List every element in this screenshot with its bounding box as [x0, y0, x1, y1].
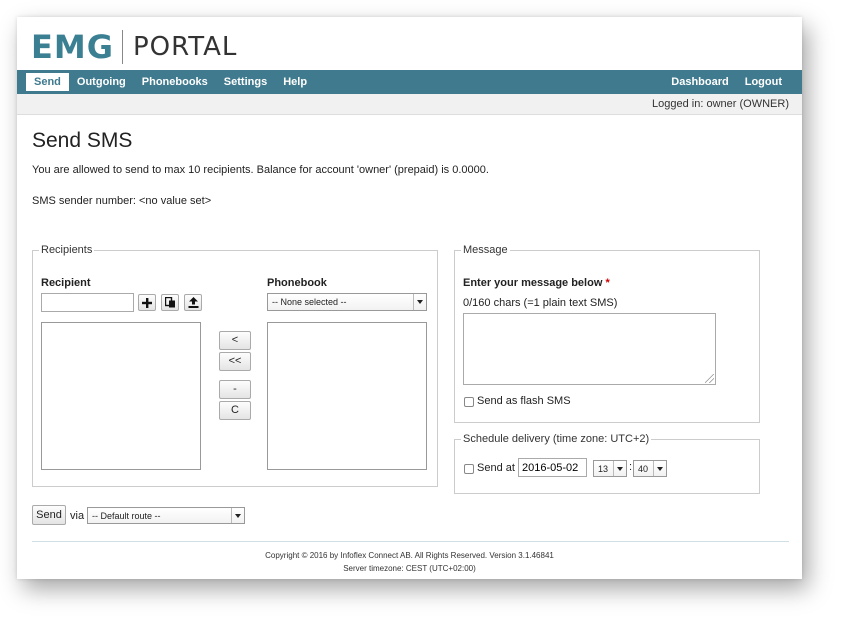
phonebook-label: Phonebook	[267, 277, 327, 289]
add-recipient-button[interactable]	[138, 294, 156, 311]
nav-send[interactable]: Send	[26, 73, 69, 91]
required-mark: *	[605, 277, 610, 289]
footer-copyright: Copyright © 2016 by Infoflex Connect AB.…	[265, 551, 554, 560]
message-textarea[interactable]	[463, 313, 716, 385]
logo-portal: PORTAL	[132, 32, 238, 62]
footer-divider	[32, 541, 789, 542]
recipients-fieldset: Recipients Recipient < << - C Phonebook …	[32, 244, 438, 487]
phonebook-select-value: -- None selected --	[272, 297, 347, 307]
recipients-legend: Recipients	[39, 244, 95, 256]
logo: EMG PORTAL	[31, 25, 237, 69]
sender-number: SMS sender number: <no value set>	[32, 195, 212, 207]
logo-emg: EMG	[31, 28, 114, 66]
logo-divider	[121, 30, 123, 64]
message-legend: Message	[461, 244, 510, 256]
recipient-input[interactable]	[41, 293, 134, 312]
send-at-label: Send at	[477, 462, 515, 474]
nav-logout[interactable]: Logout	[737, 73, 790, 91]
send-at-checkbox[interactable]	[464, 464, 474, 474]
schedule-legend: Schedule delivery (time zone: UTC+2)	[461, 433, 652, 445]
time-separator: :	[629, 461, 633, 473]
logged-in-status: Logged in: owner (OWNER)	[17, 94, 802, 115]
message-label-text: Enter your message below	[463, 277, 603, 289]
selected-recipients-list[interactable]	[41, 322, 201, 470]
nav-right: Dashboard Logout	[663, 73, 790, 91]
portal-window: EMG PORTAL Send Outgoing Phonebooks Sett…	[17, 17, 802, 579]
remove-button[interactable]: -	[219, 380, 251, 399]
message-label: Enter your message below *	[463, 277, 610, 289]
schedule-fieldset: Schedule delivery (time zone: UTC+2) Sen…	[454, 433, 760, 494]
route-select-value: -- Default route --	[92, 511, 161, 521]
flash-sms-label: Send as flash SMS	[477, 395, 571, 407]
minute-select-value: 40	[638, 464, 649, 474]
flash-sms-checkbox[interactable]	[464, 397, 474, 407]
phonebook-contacts-list[interactable]	[267, 322, 427, 470]
nav-outgoing[interactable]: Outgoing	[69, 73, 134, 91]
upload-recipients-button[interactable]	[184, 294, 202, 311]
footer-timezone: Server timezone: CEST (UTC+02:00)	[343, 564, 476, 573]
move-all-button[interactable]: <<	[219, 352, 251, 371]
account-info: You are allowed to send to max 10 recipi…	[32, 164, 489, 176]
paste-recipients-button[interactable]	[161, 294, 179, 311]
minute-select[interactable]: 40	[633, 460, 667, 477]
chevron-down-icon	[413, 294, 426, 310]
message-fieldset: Message Enter your message below * 0/160…	[454, 244, 760, 423]
hour-select[interactable]: 13	[593, 460, 627, 477]
message-char-counter: 0/160 chars (=1 plain text SMS)	[463, 297, 618, 309]
phonebook-select[interactable]: -- None selected --	[267, 293, 427, 311]
send-button[interactable]: Send	[32, 505, 66, 525]
hour-select-value: 13	[598, 464, 609, 474]
nav-phonebooks[interactable]: Phonebooks	[134, 73, 216, 91]
nav-left: Send Outgoing Phonebooks Settings Help	[26, 73, 315, 91]
upload-icon	[188, 297, 198, 308]
chevron-down-icon	[231, 508, 244, 523]
main-nav: Send Outgoing Phonebooks Settings Help D…	[17, 70, 802, 94]
nav-settings[interactable]: Settings	[216, 73, 275, 91]
plus-icon	[142, 297, 152, 308]
route-select[interactable]: -- Default route --	[87, 507, 245, 524]
clear-button[interactable]: C	[219, 401, 251, 420]
chevron-down-icon	[653, 461, 666, 476]
recipient-label: Recipient	[41, 277, 91, 289]
send-at-date-input[interactable]	[518, 458, 587, 477]
nav-help[interactable]: Help	[275, 73, 315, 91]
via-label: via	[70, 510, 85, 522]
move-one-button[interactable]: <	[219, 331, 251, 350]
paste-icon	[164, 297, 175, 308]
chevron-down-icon	[613, 461, 626, 476]
nav-dashboard[interactable]: Dashboard	[663, 73, 736, 91]
resize-grip-icon[interactable]	[705, 374, 714, 383]
page-title: Send SMS	[32, 129, 133, 152]
